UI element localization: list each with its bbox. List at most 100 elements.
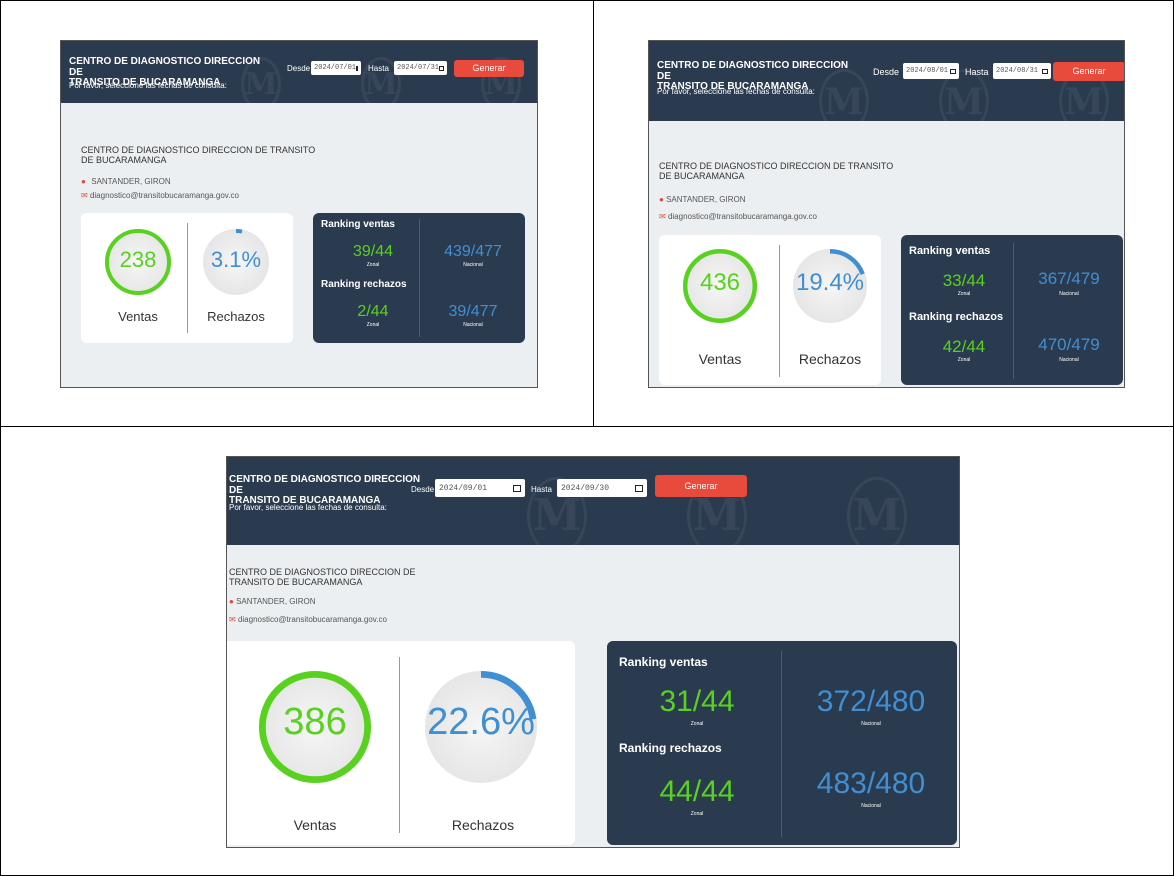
ranking-rechazos-zonal: 42/44 [942, 337, 986, 356]
desde-label: Desde [873, 67, 900, 77]
company-location: ● SANTANDER, GIRON [659, 195, 746, 204]
header-subtitle: Por favor, seleccione las fechas de cons… [69, 81, 227, 90]
table-border-top [0, 0, 1174, 1]
ranking-ventas-title: Ranking ventas [619, 655, 708, 669]
ranking-divider [1013, 243, 1014, 379]
zonal-label: Zonal [366, 322, 380, 328]
ranking-ventas-zonal: 39/44 [352, 243, 394, 260]
stats-card: 436 Ventas 19.4% Rechazos [659, 235, 881, 385]
stats-card: 386 Ventas 22.6% Rechazos [227, 641, 575, 845]
nacional-label: Nacional [1059, 291, 1079, 297]
nacional-label: Nacional [1059, 357, 1079, 363]
ventas-value: 386 [283, 701, 347, 743]
zonal-label: Zonal [957, 357, 971, 363]
ventas-label: Ventas [118, 309, 158, 324]
generar-button[interactable]: Generar [1053, 62, 1124, 81]
card-divider [399, 657, 400, 833]
ranking-ventas-nacional: 372/480 [816, 685, 926, 718]
company-email: ✉ diagnostico@transitobucaramanga.gov.co [81, 191, 239, 200]
table-row-divider [0, 426, 1174, 427]
ranking-rechazos-nacional: 470/479 [1038, 335, 1100, 354]
ranking-ventas-title: Ranking ventas [321, 219, 395, 230]
desde-date-input[interactable]: 2024/07/01 [311, 61, 361, 75]
nacional-label: Nacional [861, 721, 881, 727]
calendar-icon [439, 65, 444, 71]
dashboard-screenshot-august: M M M CENTRO DE DIAGNOSTICO DIRECCION DE… [648, 40, 1125, 388]
calendar-icon [356, 65, 359, 71]
table-border-left [0, 0, 1, 876]
dashboard-header: M M M CENTRO DE DIAGNOSTICO DIRECCION DE… [61, 41, 537, 103]
calendar-icon [950, 68, 956, 74]
zonal-label: Zonal [957, 291, 971, 297]
generar-button[interactable]: Generar [655, 475, 747, 497]
ranking-card: Ranking ventas 39/44 Zonal 439/477 Nacio… [313, 213, 525, 343]
ranking-ventas-nacional: 439/477 [444, 243, 502, 260]
hasta-date-input[interactable]: 2024/08/31 [993, 63, 1051, 79]
envelope-icon: ✉ [229, 615, 236, 624]
zonal-label: Zonal [366, 262, 380, 268]
header-subtitle: Por favor, seleccione las fechas de cons… [229, 503, 387, 512]
logo-watermark: M [847, 477, 907, 545]
rechazos-value: 3.1% [210, 247, 262, 272]
ventas-label: Ventas [698, 351, 742, 367]
ranking-rechazos-title: Ranking rechazos [321, 279, 407, 290]
company-name: CENTRO DE DIAGNOSTICO DIRECCION DE TRANS… [659, 161, 894, 182]
ventas-value: 436 [699, 269, 741, 296]
rechazos-label: Rechazos [798, 351, 862, 367]
rechazos-label: Rechazos [207, 309, 265, 324]
map-pin-icon: ● [229, 597, 234, 606]
ranking-ventas-zonal: 33/44 [942, 271, 986, 290]
ventas-gauge: 436 [683, 249, 757, 323]
zonal-label: Zonal [690, 811, 704, 817]
zonal-label: Zonal [690, 721, 704, 727]
ranking-rechazos-nacional: 39/477 [448, 303, 498, 320]
calendar-icon [635, 484, 643, 492]
map-pin-icon: ● [81, 177, 86, 186]
ranking-rechazos-title: Ranking rechazos [909, 311, 1004, 323]
dashboard-header: M M M CENTRO DE DIAGNOSTICO DIRECCION DE… [649, 41, 1124, 121]
hasta-label: Hasta [368, 64, 389, 73]
ranking-rechazos-zonal: 44/44 [659, 775, 735, 808]
company-name: CENTRO DE DIAGNOSTICO DIRECCION DE TRANSI… [229, 567, 416, 588]
desde-label: Desde [287, 64, 311, 73]
dashboard-screenshot-july: M M M CENTRO DE DIAGNOSTICO DIRECCION DE… [60, 40, 538, 388]
card-divider [187, 223, 188, 333]
table-column-divider [593, 0, 594, 426]
ranking-ventas-zonal: 31/44 [659, 685, 735, 718]
ventas-gauge: 386 [259, 671, 371, 783]
ranking-rechazos-nacional: 483/480 [816, 767, 926, 800]
envelope-icon: ✉ [81, 191, 88, 200]
rechazos-gauge: 3.1% [203, 229, 269, 295]
ranking-rechazos-title: Ranking rechazos [619, 741, 722, 755]
company-email: ✉ diagnostico@transitobucaramanga.gov.co [229, 615, 387, 624]
hasta-label: Hasta [965, 67, 989, 77]
ranking-divider [781, 651, 782, 837]
dashboard-header: M M M CENTRO DE DIAGNOSTICO DIRECCION DE… [227, 457, 959, 545]
company-location: ● SANTANDER, GIRON [229, 597, 316, 606]
ranking-rechazos-zonal: 2/44 [357, 303, 389, 320]
dashboard-screenshot-september: M M M CENTRO DE DIAGNOSTICO DIRECCION DE… [226, 456, 960, 848]
nacional-label: Nacional [463, 322, 483, 328]
company-email: ✉ diagnostico@transitobucaramanga.gov.co [659, 212, 817, 221]
calendar-icon [513, 484, 521, 492]
desde-date-input[interactable]: 2024/08/01 [903, 63, 959, 79]
stats-card: 238 Ventas 3.1% Rechazos [81, 213, 293, 343]
ranking-card: Ranking ventas 31/44 Zonal 372/480 Nacio… [607, 641, 957, 845]
rechazos-label: Rechazos [451, 817, 515, 833]
hasta-date-input[interactable]: 2024/07/31 [394, 61, 447, 75]
desde-date-input[interactable]: 2024/09/01 [435, 479, 525, 497]
envelope-icon: ✉ [659, 212, 666, 221]
card-divider [779, 245, 780, 377]
company-location: ● SANTANDER, GIRON [81, 177, 171, 186]
calendar-icon [1042, 68, 1048, 74]
rechazos-gauge: 22.6% [425, 671, 537, 783]
rechazos-value: 19.4% [795, 269, 865, 296]
hasta-label: Hasta [531, 485, 552, 494]
company-name: CENTRO DE DIAGNOSTICO DIRECCION DE TRANS… [81, 145, 316, 166]
desde-label: Desde [411, 485, 435, 494]
hasta-date-input[interactable]: 2024/09/30 [557, 479, 647, 497]
header-title: CENTRO DE DIAGNOSTICO DIRECCION DE TRANSI… [229, 474, 421, 506]
ranking-card: Ranking ventas 33/44 Zonal 367/479 Nacio… [901, 235, 1123, 385]
ventas-label: Ventas [293, 817, 337, 833]
generar-button[interactable]: Generar [454, 60, 524, 77]
